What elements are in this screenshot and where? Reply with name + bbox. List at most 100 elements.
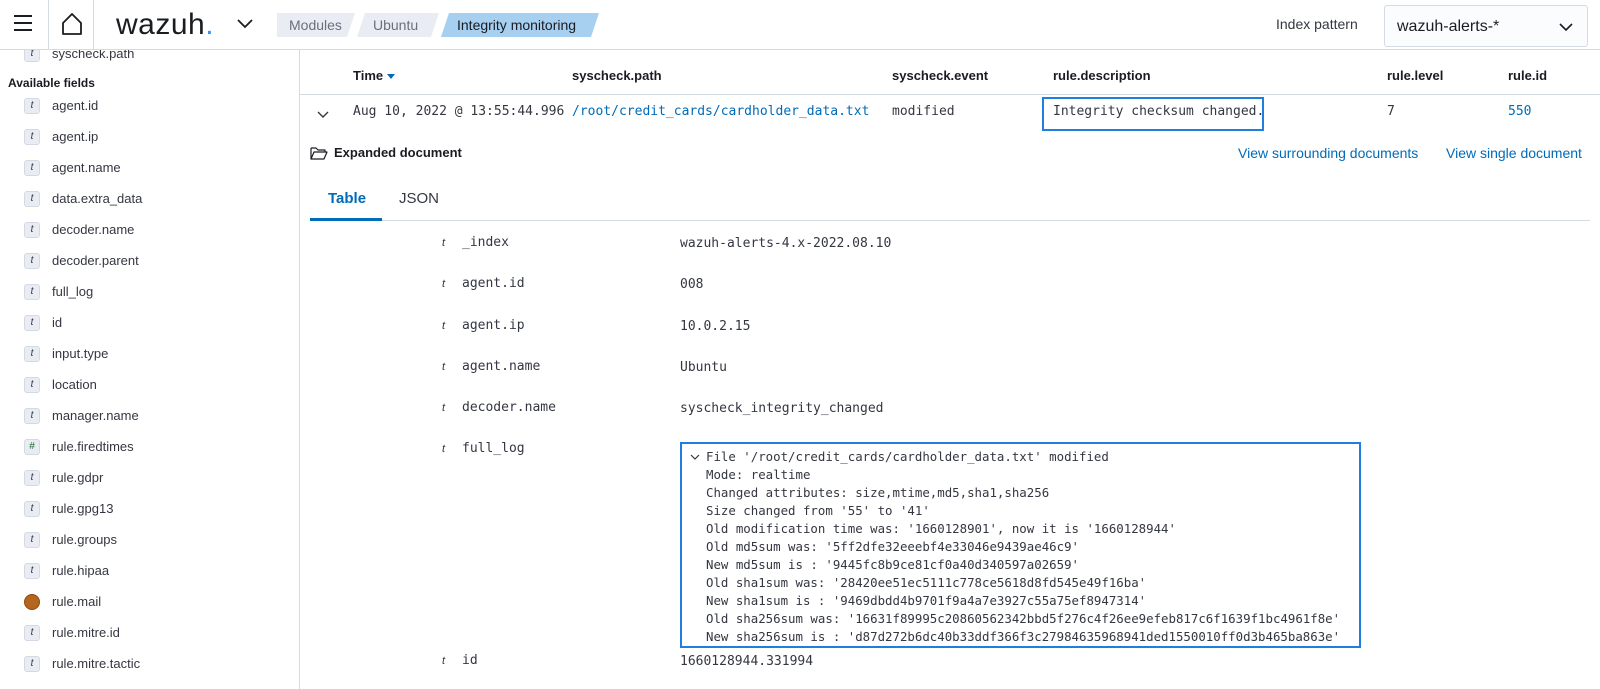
string-type-icon: t (24, 501, 40, 517)
string-type-icon: t (24, 222, 40, 238)
column-header-time[interactable]: Time (353, 68, 396, 83)
field-type-indicator: t (442, 443, 446, 455)
string-type-icon: t (24, 656, 40, 672)
field-name: rule.mitre.id (52, 625, 120, 640)
field-name: full_log (52, 284, 94, 299)
column-header-syscheck-path[interactable]: syscheck.path (572, 68, 662, 83)
view-single-document-link[interactable]: View single document (1446, 145, 1582, 161)
index-pattern-label: Index pattern (1276, 16, 1358, 32)
wazuh-logo[interactable]: wazuh. (116, 8, 214, 42)
field-name: location (52, 377, 97, 392)
string-type-icon: t (24, 50, 40, 62)
string-type-icon: t (24, 625, 40, 641)
index-pattern-select[interactable]: wazuh-alerts-* (1384, 5, 1588, 47)
field-type-indicator: t (442, 361, 446, 373)
full-log-line: File '/root/credit_cards/cardholder_data… (690, 448, 1359, 466)
chevron-down-icon (1559, 23, 1573, 32)
full-log-line: Old sha256sum was: '16631f89995c20860562… (706, 611, 1341, 626)
string-type-icon: t (24, 253, 40, 269)
view-surrounding-documents-link[interactable]: View surrounding documents (1238, 145, 1418, 161)
cell-syscheck-event: modified (892, 104, 955, 119)
number-type-icon: # (24, 439, 40, 455)
field-type-indicator: t (442, 320, 446, 332)
menu-icon[interactable] (14, 15, 34, 33)
full-log-line: Old sha1sum was: '28420ee51ec5111c778ce5… (706, 575, 1147, 590)
cell-time: Aug 10, 2022 @ 13:55:44.996 (353, 104, 565, 119)
string-type-icon: t (24, 377, 40, 393)
field-name: agent.id (52, 98, 99, 113)
column-header-rule-description[interactable]: rule.description (1053, 68, 1151, 83)
string-type-icon: t (24, 346, 40, 362)
field-name: rule.hipaa (52, 563, 110, 578)
doc-field-key: agent.name (462, 359, 541, 374)
field-name: rule.groups (52, 532, 118, 547)
chevron-down-icon[interactable] (236, 18, 254, 30)
index-pattern-value: wazuh-alerts-* (1397, 18, 1500, 35)
full-log-line: New sha1sum is : '9469dbdd4b9701f9a4a7e3… (706, 593, 1147, 608)
string-type-icon: t (24, 284, 40, 300)
chevron-down-icon[interactable] (690, 448, 706, 466)
field-name: rule.mitre.tactic (52, 656, 141, 671)
expanded-document-title: Expanded document (310, 145, 462, 160)
folder-open-icon (310, 147, 328, 160)
doc-field-value[interactable]: Ubuntu (680, 360, 727, 375)
unknown-type-icon (24, 594, 40, 610)
doc-field-value: syscheck_integrity_changed (680, 401, 884, 416)
tab-json[interactable]: JSON (399, 190, 439, 207)
field-name: agent.ip (52, 129, 99, 144)
string-type-icon: t (24, 98, 40, 114)
full-log-line: Size changed from '55' to '41' (706, 503, 930, 518)
cell-rule-level: 7 (1387, 104, 1395, 119)
sort-desc-icon[interactable] (387, 74, 396, 79)
field-name: syscheck.path (52, 50, 135, 61)
string-type-icon: t (24, 470, 40, 486)
field-type-indicator: t (442, 237, 446, 249)
doc-field-key: id (462, 653, 478, 668)
expanded-document-label: Expanded document (334, 145, 462, 160)
string-type-icon: t (24, 408, 40, 424)
cell-syscheck-path[interactable]: /root/credit_cards/cardholder_data.txt (572, 104, 869, 119)
field-name: rule.mail (52, 594, 102, 609)
field-type-indicator: t (442, 655, 446, 667)
tabs-divider (310, 220, 1590, 221)
fields-sidebar: t syscheck.path Available fields t agent.… (0, 50, 300, 689)
doc-field-value: 1660128944.331994 (680, 654, 814, 669)
full-log-line: Old modification time was: '1660128901',… (706, 521, 1176, 536)
field-name: decoder.name (52, 222, 135, 237)
doc-field-key: _index (462, 235, 509, 250)
active-tab-indicator (310, 218, 382, 221)
doc-field-value[interactable]: 008 (680, 277, 703, 292)
doc-field-key: agent.id (462, 276, 525, 291)
cell-rule-id[interactable]: 550 (1508, 104, 1531, 119)
full-log-box: File '/root/credit_cards/cardholder_data… (680, 442, 1361, 648)
top-bar: wazuh. Modules Ubuntu Integrity monitori… (0, 0, 1600, 50)
doc-field-value: 10.0.2.15 (680, 319, 751, 334)
doc-field-key: agent.ip (462, 318, 525, 333)
full-log-line: Mode: realtime (706, 467, 811, 482)
column-header-rule-id[interactable]: rule.id (1508, 68, 1547, 83)
home-button[interactable] (48, 0, 94, 50)
string-type-icon: t (24, 563, 40, 579)
column-header-rule-level[interactable]: rule.level (1387, 68, 1443, 83)
column-header-syscheck-event[interactable]: syscheck.event (892, 68, 988, 83)
tab-table[interactable]: Table (328, 190, 366, 207)
discover-main: Time syscheck.path syscheck.event rule.d… (300, 50, 1600, 689)
field-name: data.extra_data (52, 191, 143, 206)
chevron-down-icon[interactable] (316, 110, 330, 120)
breadcrumb-label: Integrity monitoring (457, 17, 577, 33)
string-type-icon: t (24, 532, 40, 548)
string-type-icon: t (24, 315, 40, 331)
field-name: rule.firedtimes (52, 439, 134, 454)
field-name: manager.name (52, 408, 139, 423)
breadcrumb-ubuntu[interactable]: Ubuntu (357, 13, 439, 37)
field-name: id (52, 315, 63, 330)
breadcrumb-modules[interactable]: Modules (277, 13, 355, 37)
string-type-icon: t (24, 191, 40, 207)
breadcrumb-integrity-monitoring: Integrity monitoringi (441, 13, 599, 37)
full-log-line: Changed attributes: size,mtime,md5,sha1,… (706, 485, 1050, 500)
field-name: decoder.parent (52, 253, 139, 268)
doc-field-key: full_log (462, 441, 525, 456)
field-type-indicator: t (442, 278, 446, 290)
cell-rule-description: Integrity checksum changed. (1053, 104, 1265, 119)
field-type-indicator: t (442, 402, 446, 414)
